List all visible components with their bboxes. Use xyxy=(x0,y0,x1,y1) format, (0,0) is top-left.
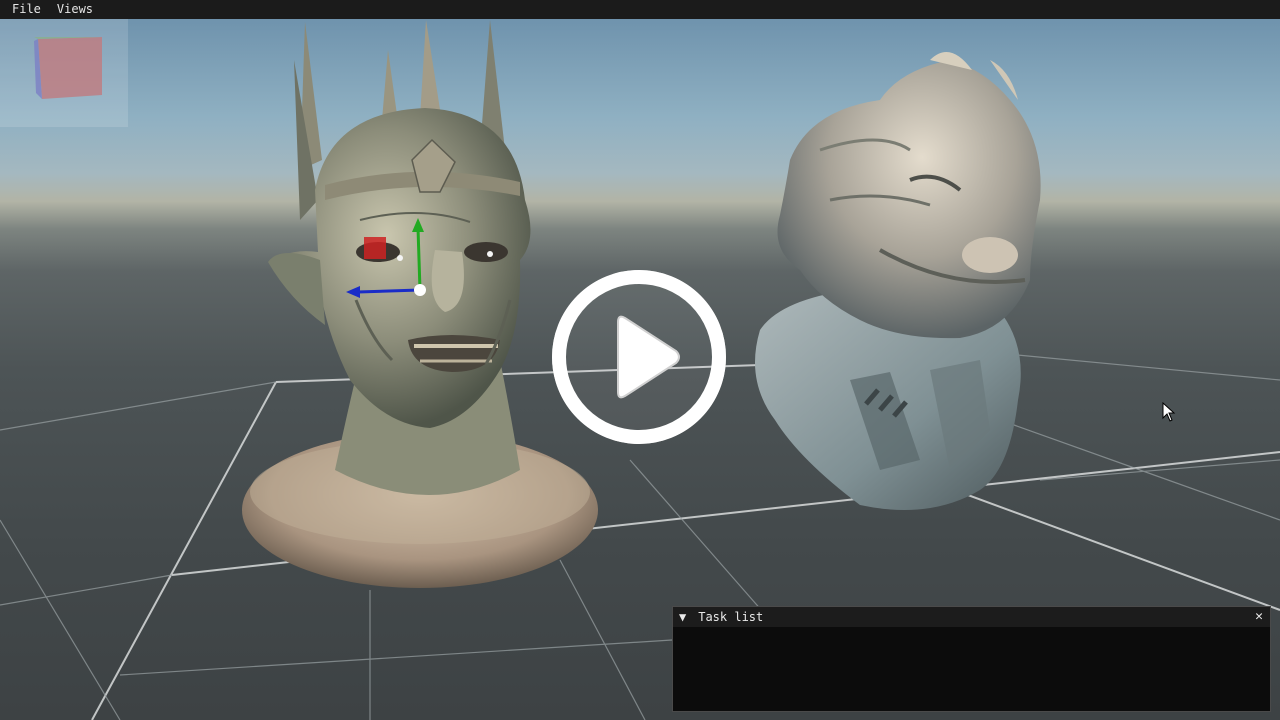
task-list-panel: ▼ Task list ✕ xyxy=(672,606,1271,712)
triangle-down-icon[interactable]: ▼ xyxy=(679,607,691,627)
viewcube-panel[interactable] xyxy=(0,19,128,127)
y-axis-green xyxy=(416,227,422,291)
menu-bar: File Views xyxy=(0,0,1280,19)
menu-views[interactable]: Views xyxy=(57,0,93,19)
x-axis-red xyxy=(364,237,386,259)
play-icon[interactable] xyxy=(544,262,734,452)
task-list-header[interactable]: ▼ Task list ✕ xyxy=(673,607,1270,627)
close-icon[interactable]: ✕ xyxy=(1252,607,1266,627)
z-axis-blue xyxy=(357,288,421,294)
armored-lizard-bust[interactable] xyxy=(755,52,1041,510)
viewcube-icon[interactable] xyxy=(34,37,102,99)
menu-file[interactable]: File xyxy=(12,0,41,19)
mouse-cursor-icon xyxy=(1162,402,1176,422)
task-list-title: Task list xyxy=(698,610,764,624)
